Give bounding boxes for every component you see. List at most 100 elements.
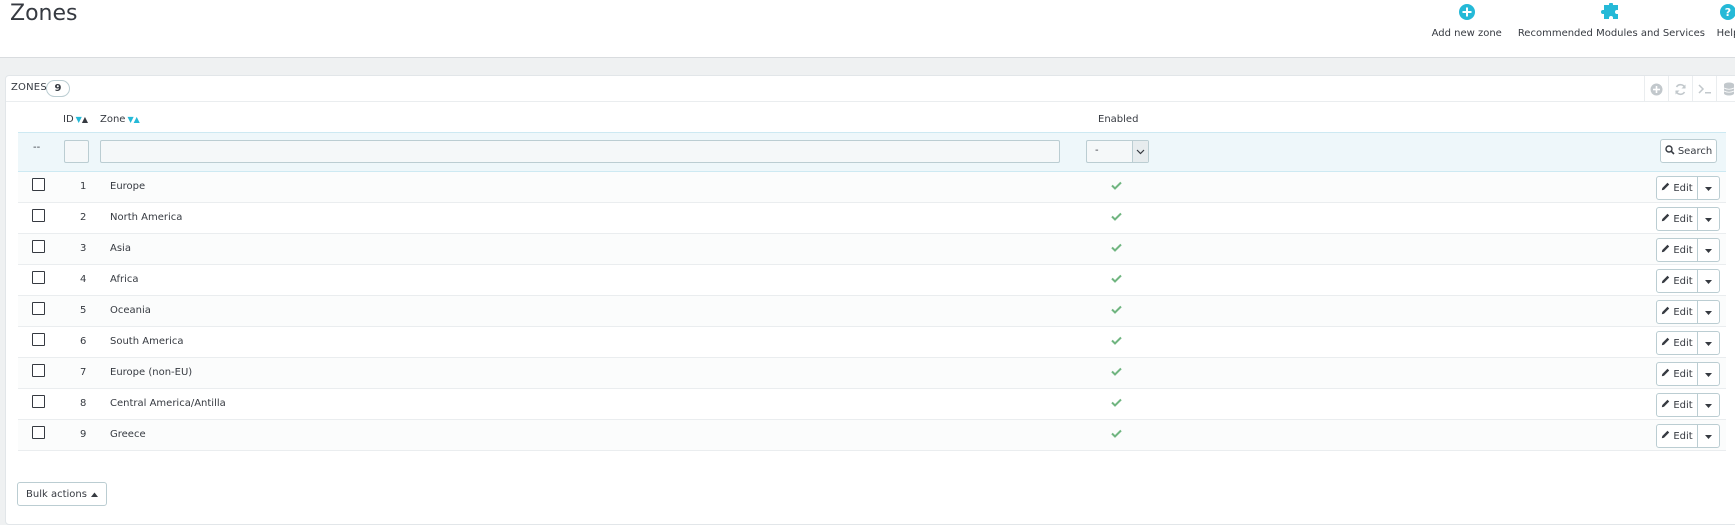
pencil-icon — [1661, 306, 1670, 318]
row-id: 5 — [80, 305, 87, 316]
export-icon[interactable] — [1716, 76, 1735, 102]
row-checkbox[interactable] — [32, 426, 45, 439]
page-title: Zones — [10, 1, 78, 26]
sql-icon[interactable] — [1692, 76, 1716, 102]
svg-text:?: ? — [1725, 6, 1731, 19]
row-zone-name: Oceania — [110, 305, 151, 316]
plus-circle-icon — [1458, 0, 1476, 24]
check-icon[interactable] — [1111, 398, 1122, 410]
pencil-icon — [1661, 213, 1670, 225]
zones-table: ID ▼▲ Zone ▼▲ Enabled -- - Search 1 Europe E… — [18, 104, 1726, 451]
check-icon[interactable] — [1111, 212, 1122, 224]
edit-button[interactable]: Edit — [1657, 363, 1697, 385]
row-actions: Edit — [1656, 300, 1720, 324]
table-row: 1 Europe Edit — [18, 172, 1726, 203]
table-row: 2 North America Edit — [18, 203, 1726, 234]
row-dropdown-toggle[interactable] — [1697, 301, 1719, 323]
edit-button[interactable]: Edit — [1657, 394, 1697, 416]
row-dropdown-toggle[interactable] — [1697, 332, 1719, 354]
row-checkbox[interactable] — [32, 271, 45, 284]
row-checkbox[interactable] — [32, 395, 45, 408]
edit-button[interactable]: Edit — [1657, 208, 1697, 230]
row-dropdown-toggle[interactable] — [1697, 394, 1719, 416]
add-new-zone-label: Add new zone — [1431, 28, 1502, 39]
row-dropdown-toggle[interactable] — [1697, 208, 1719, 230]
caret-down-icon — [1705, 307, 1712, 318]
refresh-icon[interactable] — [1668, 76, 1692, 102]
edit-label: Edit — [1673, 399, 1693, 411]
help-label: Help — [1716, 28, 1735, 39]
column-header-zone[interactable]: Zone ▼▲ — [100, 114, 140, 125]
table-row: 4 Africa Edit — [18, 265, 1726, 296]
pencil-icon — [1661, 430, 1670, 442]
caret-down-icon — [1705, 183, 1712, 194]
row-checkbox[interactable] — [32, 333, 45, 346]
zones-panel: Zones 9 ID ▼▲ Zone ▼▲ Enabled -- — [5, 75, 1735, 525]
pencil-icon — [1661, 399, 1670, 411]
filter-enabled-value: - — [1095, 145, 1099, 156]
row-checkbox[interactable] — [32, 178, 45, 191]
edit-button[interactable]: Edit — [1657, 301, 1697, 323]
row-id: 8 — [80, 398, 87, 409]
add-icon[interactable] — [1644, 76, 1668, 102]
table-row: 5 Oceania Edit — [18, 296, 1726, 327]
column-header-enabled: Enabled — [1098, 114, 1139, 125]
edit-label: Edit — [1673, 275, 1693, 287]
caret-up-icon — [90, 489, 98, 500]
row-zone-name: South America — [110, 336, 184, 347]
check-icon[interactable] — [1111, 243, 1122, 255]
sort-icon[interactable]: ▼▲ — [127, 115, 139, 124]
edit-label: Edit — [1673, 182, 1693, 194]
caret-down-icon — [1705, 214, 1712, 225]
edit-label: Edit — [1673, 368, 1693, 380]
check-icon[interactable] — [1111, 336, 1122, 348]
filter-id-input[interactable] — [64, 140, 89, 163]
row-dropdown-toggle[interactable] — [1697, 363, 1719, 385]
bulk-actions-button[interactable]: Bulk actions — [17, 482, 107, 506]
row-id: 2 — [80, 212, 87, 223]
check-icon[interactable] — [1111, 181, 1122, 193]
row-zone-name: Africa — [110, 274, 139, 285]
caret-down-icon — [1705, 338, 1712, 349]
pencil-icon — [1661, 337, 1670, 349]
filter-zone-input[interactable] — [100, 140, 1060, 163]
bulk-actions-label: Bulk actions — [26, 488, 87, 500]
caret-down-icon — [1705, 400, 1712, 411]
check-icon[interactable] — [1111, 274, 1122, 286]
check-icon[interactable] — [1111, 367, 1122, 379]
panel-tools — [1644, 76, 1735, 102]
question-circle-icon: ? — [1719, 0, 1735, 24]
row-checkbox[interactable] — [32, 209, 45, 222]
table-row: 8 Central America/Antilla Edit — [18, 389, 1726, 420]
check-icon[interactable] — [1111, 429, 1122, 441]
column-header-id[interactable]: ID ▼▲ — [63, 114, 88, 125]
row-dropdown-toggle[interactable] — [1697, 425, 1719, 447]
filter-row: -- - Search — [18, 132, 1726, 172]
edit-button[interactable]: Edit — [1657, 239, 1697, 261]
edit-button[interactable]: Edit — [1657, 270, 1697, 292]
caret-down-icon — [1705, 245, 1712, 256]
edit-button[interactable]: Edit — [1657, 425, 1697, 447]
row-actions: Edit — [1656, 176, 1720, 200]
row-dropdown-toggle[interactable] — [1697, 270, 1719, 292]
edit-button[interactable]: Edit — [1657, 177, 1697, 199]
sort-icon[interactable]: ▼▲ — [76, 115, 88, 124]
row-dropdown-toggle[interactable] — [1697, 177, 1719, 199]
row-id: 1 — [80, 181, 87, 192]
search-button[interactable]: Search — [1660, 139, 1717, 163]
row-zone-name: Greece — [110, 429, 146, 440]
row-checkbox[interactable] — [32, 302, 45, 315]
row-dropdown-toggle[interactable] — [1697, 239, 1719, 261]
check-icon[interactable] — [1111, 305, 1122, 317]
filter-enabled-select[interactable]: - — [1086, 140, 1149, 163]
row-checkbox[interactable] — [32, 240, 45, 253]
table-body: 1 Europe Edit 2 North America Edit 3 Asia Edit 4 A… — [18, 172, 1726, 451]
add-new-zone-button[interactable]: Add new zone — [1424, 0, 1510, 58]
pencil-icon — [1661, 368, 1670, 380]
edit-button[interactable]: Edit — [1657, 332, 1697, 354]
row-checkbox[interactable] — [32, 364, 45, 377]
recommended-modules-button[interactable]: Recommended Modules and Services — [1510, 0, 1713, 58]
row-id: 3 — [80, 243, 87, 254]
table-row: 9 Greece Edit — [18, 420, 1726, 451]
help-button[interactable]: ? Help — [1713, 0, 1735, 58]
